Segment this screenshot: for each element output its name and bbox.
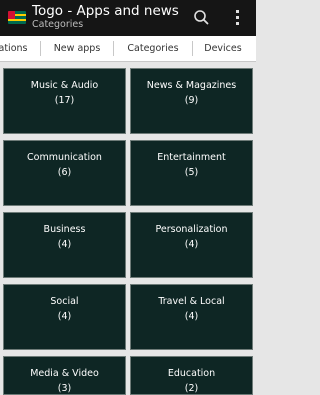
search-icon — [194, 10, 209, 25]
tab-categories[interactable]: Categories — [114, 36, 192, 61]
category-tile-music-audio[interactable]: Music & Audio (17) — [3, 68, 126, 134]
category-count: (4) — [57, 239, 72, 250]
category-count: (6) — [57, 167, 72, 178]
category-count: (4) — [184, 239, 199, 250]
tab-devices[interactable]: Devices — [193, 36, 253, 61]
category-count: (9) — [184, 95, 199, 106]
category-count: (4) — [57, 311, 72, 322]
category-count: (4) — [184, 311, 199, 322]
tab-bar: ations New apps Categories Devices — [0, 36, 256, 62]
category-name: Music & Audio — [30, 80, 99, 91]
category-name: Business — [43, 224, 86, 235]
app-bar: Togo - Apps and news Categories — [0, 0, 256, 36]
category-tile-media-video[interactable]: Media & Video (3) — [3, 356, 126, 395]
togo-flag-icon — [8, 11, 26, 24]
category-count: (2) — [184, 383, 199, 394]
category-tile-social[interactable]: Social (4) — [3, 284, 126, 350]
category-count: (3) — [57, 383, 72, 394]
category-tile-entertainment[interactable]: Entertainment (5) — [130, 140, 253, 206]
category-name: News & Magazines — [146, 80, 237, 91]
overflow-menu-button[interactable] — [222, 0, 254, 36]
search-button[interactable] — [186, 0, 218, 36]
category-count: (5) — [184, 167, 199, 178]
category-name: Travel & Local — [158, 296, 225, 307]
category-tile-personalization[interactable]: Personalization (4) — [130, 212, 253, 278]
tab-new-apps[interactable]: New apps — [41, 36, 113, 61]
app-title: Togo - Apps and news — [32, 3, 179, 19]
category-name: Media & Video — [30, 368, 99, 379]
category-count: (17) — [54, 95, 75, 106]
category-name: Entertainment — [157, 152, 226, 163]
category-tile-education[interactable]: Education (2) — [130, 356, 253, 395]
category-tile-travel-local[interactable]: Travel & Local (4) — [130, 284, 253, 350]
category-tile-communication[interactable]: Communication (6) — [3, 140, 126, 206]
category-name: Education — [167, 368, 216, 379]
tab-recommendations[interactable]: ations — [0, 36, 32, 61]
category-name: Personalization — [155, 224, 228, 235]
overflow-menu-icon — [236, 10, 239, 25]
category-tile-business[interactable]: Business (4) — [3, 212, 126, 278]
category-tile-news-magazines[interactable]: News & Magazines (9) — [130, 68, 253, 134]
category-name: Communication — [27, 152, 102, 163]
app-subtitle: Categories — [32, 19, 84, 30]
category-name: Social — [50, 296, 79, 307]
